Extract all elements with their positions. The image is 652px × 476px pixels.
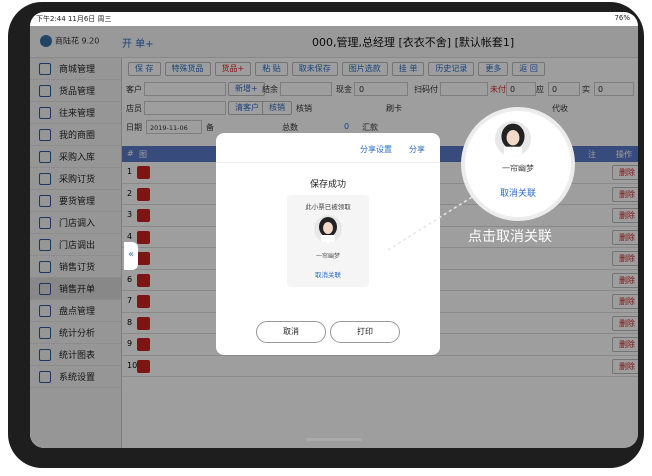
share-settings-link[interactable]: 分享设置	[360, 144, 392, 155]
cancel-button[interactable]: 取消	[256, 321, 326, 343]
status-time: 下午2:44 11月6日 周三	[36, 15, 112, 23]
claimed-text: 此小票已被领取	[305, 203, 351, 211]
sidebar-collapse-button[interactable]: «	[124, 242, 138, 270]
battery-level: 76%	[614, 14, 630, 22]
home-indicator[interactable]	[306, 438, 362, 441]
zoom-name: 一帘幽梦	[502, 164, 534, 173]
status-bar: 下午2:44 11月6日 周三 76%	[30, 12, 638, 26]
zoom-unlink-button[interactable]: 取消关联	[465, 186, 571, 199]
receipt-claim-card: 此小票已被领取 一帘幽梦 取消关联	[287, 195, 369, 287]
dialog-header: 分享设置 分享	[216, 133, 440, 163]
unlink-button[interactable]: 取消关联	[287, 269, 369, 279]
print-button[interactable]: 打印	[330, 321, 400, 343]
tablet-frame: 下午2:44 11月6日 周三 76% 商陆花 9.20 开 单+ 000,管理…	[8, 2, 644, 468]
claimer-name: 一帘幽梦	[315, 253, 340, 260]
callout-text: 点击取消关联	[468, 229, 552, 245]
dialog-title: 保存成功	[309, 180, 346, 190]
share-link[interactable]: 分享	[409, 144, 425, 155]
zoom-avatar	[495, 121, 531, 157]
zoom-callout: 一帘幽梦 取消关联	[461, 107, 575, 221]
screen: 下午2:44 11月6日 周三 76% 商陆花 9.20 开 单+ 000,管理…	[30, 12, 638, 448]
claimer-avatar	[314, 215, 342, 243]
